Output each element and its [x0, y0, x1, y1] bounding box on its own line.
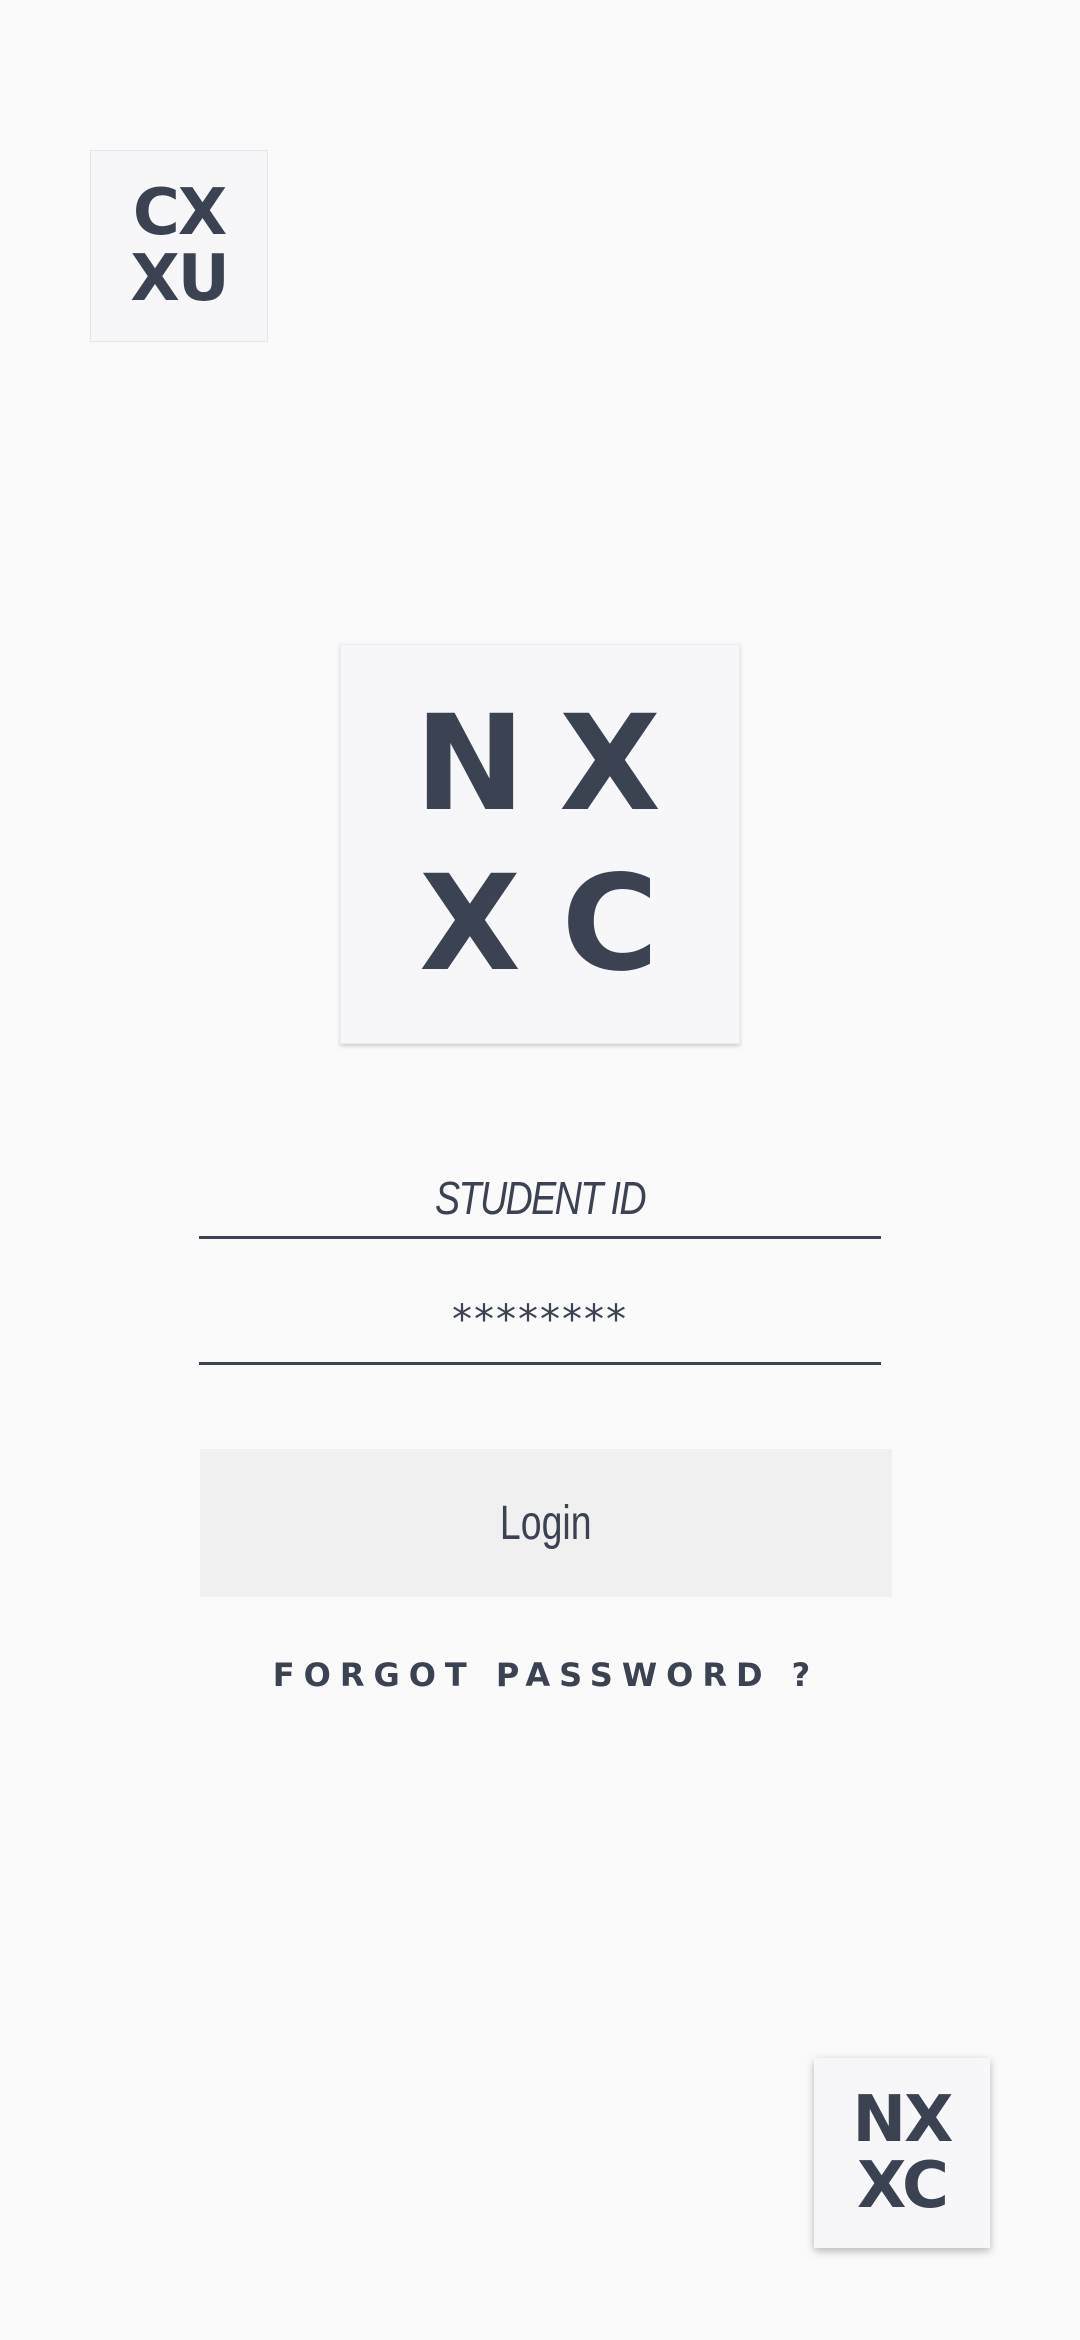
password-input[interactable]: ********: [199, 1290, 881, 1362]
logo-text-row: CX: [132, 176, 227, 250]
logo-text-row: X C: [400, 858, 680, 990]
logo-text-row: XU: [130, 242, 229, 316]
app-logo-main: N X X C: [340, 644, 740, 1044]
logo-text-row: NX: [852, 2083, 954, 2157]
logo-text-row: N X: [400, 698, 680, 830]
logo-letter: N: [414, 687, 526, 841]
password-field: ********: [199, 1290, 881, 1365]
logo-letter: C: [561, 847, 659, 1001]
student-id-input[interactable]: [260, 1160, 820, 1236]
logo-letter: X: [419, 847, 521, 1001]
login-button[interactable]: Login: [200, 1449, 892, 1597]
logo-text-row: XC: [856, 2149, 949, 2223]
partner-logo-small: NX XC: [814, 2058, 990, 2248]
logo-letter: X: [559, 687, 661, 841]
forgot-password-link[interactable]: FORGOT PASSWORD ?: [200, 1656, 892, 1694]
student-id-field: [199, 1160, 881, 1239]
app-logo-small: CX XU: [90, 150, 268, 342]
login-button-label: Login: [500, 1496, 592, 1550]
